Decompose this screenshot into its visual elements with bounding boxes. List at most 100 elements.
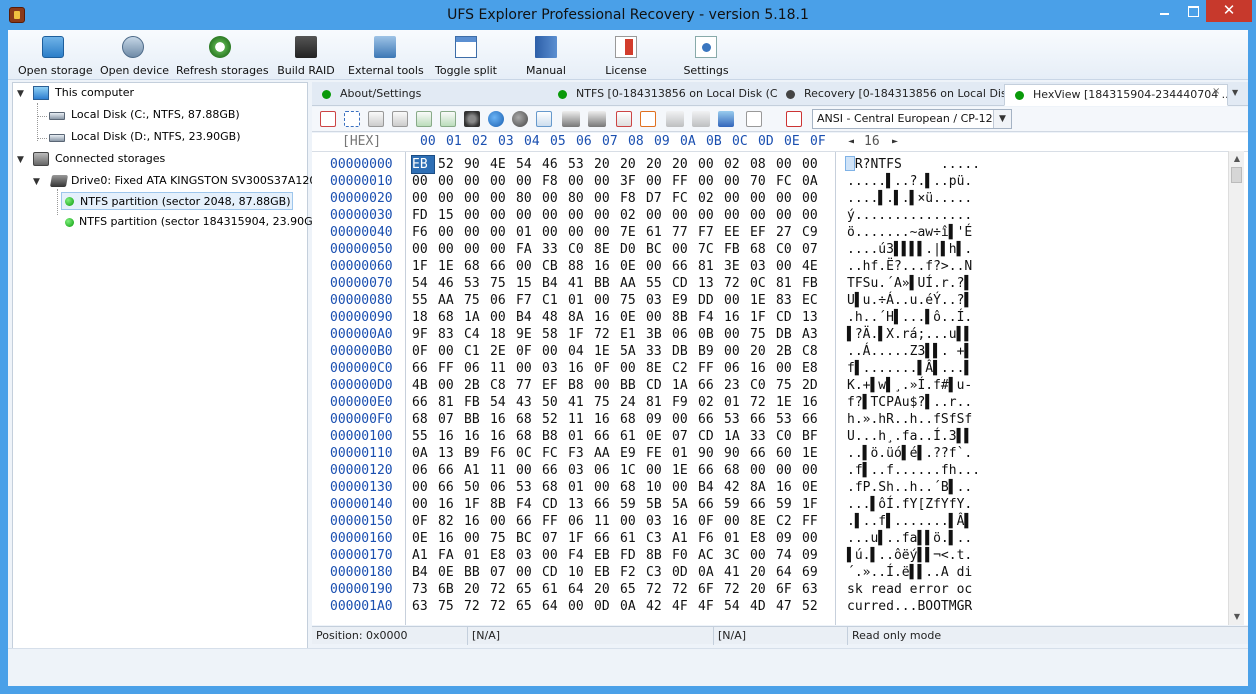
hex-byte[interactable]: 15 [438, 207, 460, 224]
hex-byte[interactable]: 11 [490, 360, 512, 377]
hex-byte[interactable]: 00 [412, 496, 434, 513]
hex-byte[interactable]: 08 [750, 156, 772, 173]
hex-byte[interactable]: 4F [698, 598, 720, 615]
hex-byte[interactable]: 0A [620, 598, 642, 615]
hex-byte[interactable]: 82 [438, 513, 460, 530]
hex-byte[interactable]: 00 [776, 360, 798, 377]
hex-byte[interactable]: 90 [464, 156, 486, 173]
hex-byte[interactable]: 68 [464, 258, 486, 275]
hex-byte[interactable]: 5A [620, 343, 642, 360]
tab-recovery[interactable]: Recovery [0-184313856 on Local Disk ... [776, 84, 1004, 106]
hex-byte[interactable]: 9F [412, 326, 434, 343]
hex-byte[interactable]: 11 [594, 513, 616, 530]
increase-width-button[interactable]: ► [892, 133, 898, 151]
hex-byte[interactable]: 20 [750, 564, 772, 581]
hex-byte[interactable]: 68 [724, 462, 746, 479]
hex-byte[interactable]: C0 [776, 241, 798, 258]
hex-byte[interactable]: 66 [594, 428, 616, 445]
hex-byte[interactable]: 65 [516, 581, 538, 598]
hex-byte[interactable]: 72 [672, 581, 694, 598]
title-bar[interactable]: UFS Explorer Professional Recovery - ver… [0, 0, 1256, 30]
hex-byte[interactable]: 13 [802, 309, 824, 326]
hex-byte[interactable]: 53 [464, 275, 486, 292]
hex-byte[interactable]: AA [594, 445, 616, 462]
hex-byte[interactable]: 8B [646, 547, 668, 564]
hex-byte[interactable]: A3 [802, 326, 824, 343]
text-row[interactable]: TFSu.´A»▌UÍ.r.?▌ [847, 275, 972, 292]
hex-byte[interactable]: 66 [594, 530, 616, 547]
hex-byte[interactable]: EF [750, 224, 772, 241]
hex-byte[interactable]: CD [776, 309, 798, 326]
minimize-button[interactable] [1148, 0, 1180, 22]
hex-byte[interactable]: 53 [568, 156, 590, 173]
hex-byte[interactable]: 00 [802, 462, 824, 479]
hex-byte[interactable]: EB [411, 155, 435, 174]
bytes-column[interactable]: EB 52 90 4E 54 46 53 20 20 20 20 00 02 08 00 00 00 00 00 00… [406, 152, 836, 625]
hex-byte[interactable]: 1F [412, 258, 434, 275]
hex-byte[interactable]: 16 [490, 411, 512, 428]
hex-byte[interactable]: 00 [490, 173, 512, 190]
hex-byte[interactable]: 8B [490, 496, 512, 513]
hex-byte[interactable]: 01 [568, 428, 590, 445]
hex-byte[interactable]: 43 [516, 394, 538, 411]
hex-byte[interactable]: 23 [724, 377, 746, 394]
byte-row[interactable]: 66 81 FB 54 43 50 41 75 24 81 F9 02 01 72 1E 16 [406, 394, 836, 411]
hex-byte[interactable]: E8 [802, 360, 824, 377]
hex-byte[interactable]: A1 [672, 530, 694, 547]
hex-byte[interactable]: 00 [646, 462, 668, 479]
hex-byte[interactable]: 00 [412, 173, 434, 190]
hex-byte[interactable]: 07 [490, 564, 512, 581]
hex-byte[interactable]: 3B [646, 326, 668, 343]
hex-byte[interactable]: FE [646, 445, 668, 462]
hex-byte[interactable]: 1A [464, 309, 486, 326]
hex-byte[interactable]: 0F [594, 360, 616, 377]
hex-byte[interactable]: 66 [750, 411, 772, 428]
hex-byte[interactable]: 55 [412, 428, 434, 445]
hex-byte[interactable]: 20 [620, 156, 642, 173]
hex-byte[interactable]: 72 [490, 581, 512, 598]
hex-byte[interactable]: 00 [724, 173, 746, 190]
hex-byte[interactable]: 00 [750, 462, 772, 479]
expand-this-computer-toggle[interactable]: ▼ [17, 89, 27, 99]
hex-byte[interactable]: 53 [516, 479, 538, 496]
hex-byte[interactable]: 00 [802, 530, 824, 547]
text-row[interactable]: sk read error oc [847, 581, 972, 598]
hex-byte[interactable]: 02 [698, 190, 720, 207]
hex-byte[interactable]: C0 [750, 377, 772, 394]
select-block-icon[interactable] [320, 111, 336, 127]
hex-byte[interactable]: 13 [438, 445, 460, 462]
hex-byte[interactable]: 52 [542, 411, 564, 428]
hex-byte[interactable]: 00 [438, 343, 460, 360]
hex-byte[interactable]: 0E [620, 309, 642, 326]
text-row[interactable]: K.+▌w▌¸.»Í.f#▌u- [847, 377, 972, 394]
hex-byte[interactable]: C3 [646, 564, 668, 581]
hex-byte[interactable]: E8 [750, 530, 772, 547]
text-row[interactable]: ▌ú.▌..ôëý▌▌¬<.t. [847, 547, 972, 564]
text-row[interactable]: ▌?Ä.▌X.rá;...u▌▌ [847, 326, 972, 343]
hex-byte[interactable]: 06 [724, 360, 746, 377]
hex-byte[interactable]: FB [464, 394, 486, 411]
hex-byte[interactable]: 00 [542, 224, 564, 241]
hex-byte[interactable]: 00 [464, 173, 486, 190]
hex-byte[interactable]: 59 [724, 496, 746, 513]
hex-byte[interactable]: 00 [516, 258, 538, 275]
settings-button[interactable]: Settings [676, 36, 736, 77]
tree-item-drive0[interactable]: Drive0: Fixed ATA KINGSTON SV300S37A120G [71, 172, 325, 190]
hex-byte[interactable]: 1E [672, 462, 694, 479]
hex-byte[interactable]: 63 [412, 598, 434, 615]
byte-row[interactable]: 18 68 1A 00 B4 48 8A 16 0E 00 8B F4 16 1F CD 13 [406, 309, 836, 326]
tab-ntfs[interactable]: NTFS [0-184313856 on Local Disk (C:)] [548, 84, 778, 106]
hex-byte[interactable]: F9 [672, 394, 694, 411]
hex-byte[interactable]: FF [672, 173, 694, 190]
hex-byte[interactable]: 11 [490, 462, 512, 479]
hex-byte[interactable]: C1 [464, 343, 486, 360]
hex-byte[interactable]: 00 [594, 479, 616, 496]
hex-byte[interactable]: 00 [594, 224, 616, 241]
hex-byte[interactable]: C2 [672, 360, 694, 377]
hex-byte[interactable]: 00 [542, 547, 564, 564]
hex-byte[interactable]: BB [464, 411, 486, 428]
byte-row[interactable]: EB 52 90 4E 54 46 53 20 20 20 20 00 02 08 00 00 [406, 155, 836, 174]
hex-byte[interactable]: 68 [516, 428, 538, 445]
hex-byte[interactable]: 00 [412, 241, 434, 258]
hex-byte[interactable]: 0B [698, 326, 720, 343]
